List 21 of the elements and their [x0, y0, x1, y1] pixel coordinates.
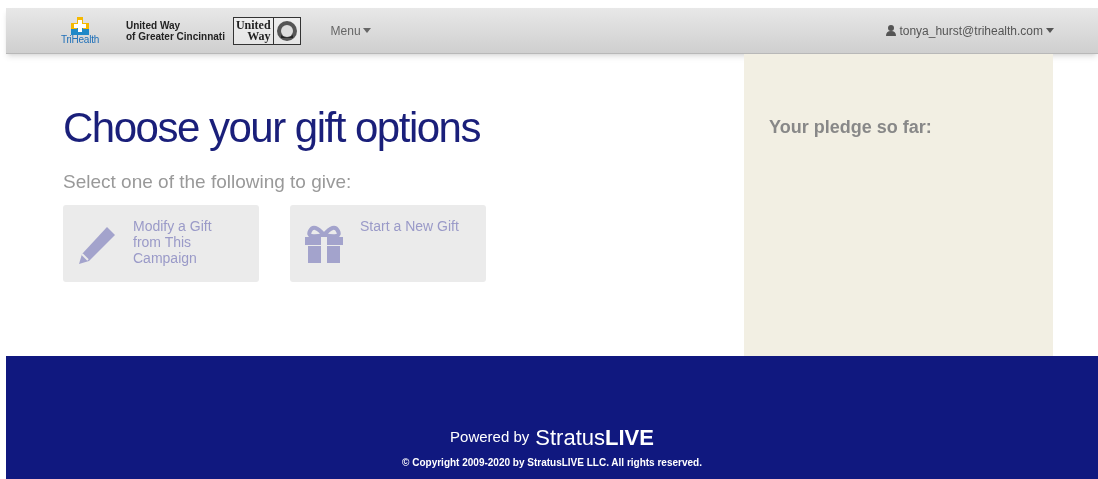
united-way-logo[interactable]: United Way — [232, 16, 301, 45]
logo-text: TriHealth — [61, 34, 99, 45]
gift-option-button[interactable]: Start a New Gift — [290, 204, 486, 282]
user-menu[interactable]: tonya_hurst@trihealth.com — [886, 21, 1054, 40]
page-heading: Choose your gift options — [63, 103, 481, 153]
copyright-text: © Copyright 2009-2020 by StratusLIVE LLC. All rights reserved. — [402, 455, 702, 470]
gift-option-button[interactable]: Modify a Gift from This Campaign — [63, 204, 259, 282]
pencil-icon — [77, 224, 117, 265]
user-icon — [886, 25, 897, 36]
cross-icon — [71, 16, 89, 35]
sidebar-heading: Your pledge so far: — [769, 116, 933, 139]
brand-logo[interactable]: StratusLIVE — [535, 426, 654, 449]
gift-icon — [304, 224, 344, 263]
logo-text: United Way — [233, 17, 274, 44]
powered-by-text: Powered by — [450, 427, 530, 447]
caret-icon — [362, 28, 371, 33]
instruction-text: Select one of the following to give: — [63, 170, 353, 194]
logo-text: United Way of Greater Cincinnati — [126, 19, 225, 42]
health-logo[interactable]: TriHealth — [62, 16, 98, 45]
caret-icon — [1046, 28, 1054, 33]
menu-dropdown[interactable]: Menu — [330, 21, 371, 40]
